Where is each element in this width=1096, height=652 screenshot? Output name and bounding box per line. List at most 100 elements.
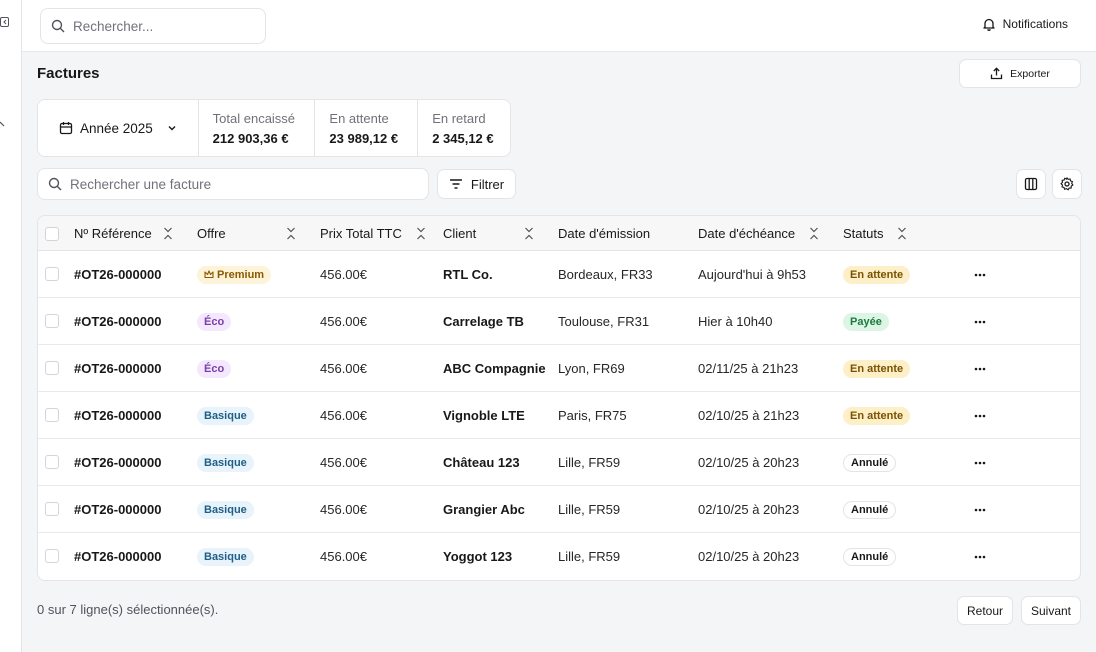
- table-row[interactable]: #OT26-000000 Premium 456.00€ RTL Co. Bordeau…: [38, 251, 1080, 298]
- topbar: Notifications: [22, 0, 1096, 52]
- col-issue-date[interactable]: Date d'émission: [558, 216, 650, 251]
- table-row[interactable]: #OT26-000000 Éco 456.00€ Carrelage TB Toulou…: [38, 298, 1080, 345]
- more-horizontal-icon: [974, 320, 986, 323]
- stat-value: 2 345,12 €: [432, 130, 494, 146]
- select-all-checkbox[interactable]: [45, 227, 59, 241]
- row-actions-button[interactable]: [970, 392, 990, 439]
- offer-cell: Basique: [197, 392, 254, 439]
- offer-cell: Éco: [197, 345, 232, 392]
- export-button[interactable]: Exporter: [959, 59, 1081, 88]
- col-price[interactable]: Prix Total TTC: [320, 216, 402, 251]
- col-due-date[interactable]: Date d'échéance: [698, 216, 795, 251]
- col-offer[interactable]: Offre: [197, 216, 226, 251]
- location-cell: Bordeaux, FR33: [558, 267, 653, 282]
- due-date-cell: 02/10/25 à 20h23: [698, 549, 800, 564]
- reference-cell[interactable]: #OT26-000000: [74, 533, 161, 580]
- table-row[interactable]: #OT26-000000 Basique 456.00€ Vignoble LTE Pa…: [38, 392, 1080, 439]
- year-selector[interactable]: Année 2025: [38, 100, 199, 156]
- table-row[interactable]: #OT26-000000 Basique 456.00€ Grangier Abc Li…: [38, 486, 1080, 533]
- offer-cell: Basique: [197, 533, 254, 580]
- invoice-search[interactable]: [37, 168, 429, 200]
- table-row[interactable]: #OT26-000000 Éco 456.00€ ABC Compagnie Lyon,…: [38, 345, 1080, 392]
- due-date-cell: Hier à 10h40: [698, 314, 773, 329]
- offer-badge: Basique: [197, 406, 254, 425]
- reference-cell[interactable]: #OT26-000000: [74, 486, 161, 533]
- more-horizontal-icon: [974, 508, 986, 511]
- client-cell: Château 123: [443, 455, 520, 470]
- chevron-icon[interactable]: [0, 120, 10, 130]
- status-badge: Annulé: [843, 500, 897, 519]
- col-client[interactable]: Client: [443, 216, 476, 251]
- price-cell: 456.00€: [320, 502, 367, 517]
- due-date-cell: 02/10/25 à 21h23: [698, 408, 800, 423]
- stat-pending: En attente 23 989,12 €: [315, 100, 419, 156]
- row-checkbox[interactable]: [45, 267, 59, 281]
- stat-label: En retard: [432, 110, 486, 126]
- client-cell: Carrelage TB: [443, 314, 524, 329]
- filter-icon: [449, 179, 462, 189]
- price-cell: 456.00€: [320, 408, 367, 423]
- invoice-search-input[interactable]: [70, 176, 428, 192]
- sort-icon[interactable]: [523, 227, 535, 240]
- reference-cell[interactable]: #OT26-000000: [74, 298, 161, 345]
- reference-cell[interactable]: #OT26-000000: [74, 345, 161, 392]
- offer-cell: Éco: [197, 298, 232, 345]
- client-cell: ABC Compagnie: [443, 361, 546, 376]
- columns-button[interactable]: [1016, 169, 1046, 199]
- offer-badge: Premium: [197, 265, 272, 284]
- client-cell: Vignoble LTE: [443, 408, 525, 423]
- row-actions-button[interactable]: [970, 298, 990, 345]
- page-title: Factures: [37, 65, 100, 82]
- table-row[interactable]: #OT26-000000 Basique 456.00€ Château 123 Lil…: [38, 439, 1080, 486]
- row-checkbox[interactable]: [45, 314, 59, 328]
- sort-icon[interactable]: [415, 227, 427, 240]
- selection-count: 0 sur 7 ligne(s) sélectionnée(s).: [37, 602, 219, 617]
- status-badge: Annulé: [843, 453, 897, 472]
- sort-icon[interactable]: [285, 227, 297, 240]
- notifications-label: Notifications: [1002, 17, 1068, 31]
- reference-cell[interactable]: #OT26-000000: [74, 439, 161, 486]
- row-checkbox[interactable]: [45, 361, 59, 375]
- row-actions-button[interactable]: [970, 345, 990, 392]
- due-date-cell: 02/11/25 à 21h23: [698, 361, 799, 376]
- col-reference[interactable]: Nº Référence: [74, 216, 152, 251]
- status-cell: En attente: [843, 392, 911, 439]
- price-cell: 456.00€: [320, 314, 367, 329]
- due-date-cell: 02/10/25 à 20h23: [698, 455, 800, 470]
- row-checkbox[interactable]: [45, 455, 59, 469]
- row-actions-button[interactable]: [970, 439, 990, 486]
- calendar-icon: [59, 122, 73, 135]
- table-row[interactable]: #OT26-000000 Basique 456.00€ Yoggot 123 Lill…: [38, 533, 1080, 580]
- row-actions-button[interactable]: [970, 251, 990, 298]
- sidebar-edge: [0, 0, 22, 652]
- sort-icon[interactable]: [808, 227, 820, 240]
- export-label: Exporter: [1010, 67, 1050, 80]
- row-actions-button[interactable]: [970, 533, 990, 580]
- notifications-button[interactable]: Notifications: [982, 17, 1068, 31]
- stats-bar: Année 2025 Total encaissé 212 903,36 € E…: [37, 99, 511, 157]
- prev-page-button[interactable]: Retour: [957, 596, 1013, 625]
- filter-button[interactable]: Filtrer: [437, 169, 516, 199]
- settings-button[interactable]: [1052, 169, 1082, 199]
- global-search[interactable]: [40, 8, 266, 44]
- next-page-button[interactable]: Suivant: [1021, 596, 1081, 625]
- global-search-input[interactable]: [73, 18, 265, 34]
- offer-label: Basique: [204, 456, 247, 469]
- row-checkbox[interactable]: [45, 502, 59, 516]
- more-horizontal-icon: [974, 555, 986, 558]
- row-checkbox[interactable]: [45, 549, 59, 563]
- offer-badge: Basique: [197, 453, 254, 472]
- row-actions-button[interactable]: [970, 486, 990, 533]
- sort-icon[interactable]: [162, 227, 174, 240]
- sidebar-toggle-icon[interactable]: [0, 17, 10, 27]
- sort-icon[interactable]: [896, 227, 908, 240]
- location-cell: Lille, FR59: [558, 455, 621, 470]
- price-cell: 456.00€: [320, 267, 367, 282]
- price-cell: 456.00€: [320, 549, 367, 564]
- client-cell: RTL Co.: [443, 267, 493, 282]
- col-status[interactable]: Statuts: [843, 216, 883, 251]
- reference-cell[interactable]: #OT26-000000: [74, 251, 161, 298]
- location-cell: Toulouse, FR31: [558, 314, 650, 329]
- row-checkbox[interactable]: [45, 408, 59, 422]
- reference-cell[interactable]: #OT26-000000: [74, 392, 161, 439]
